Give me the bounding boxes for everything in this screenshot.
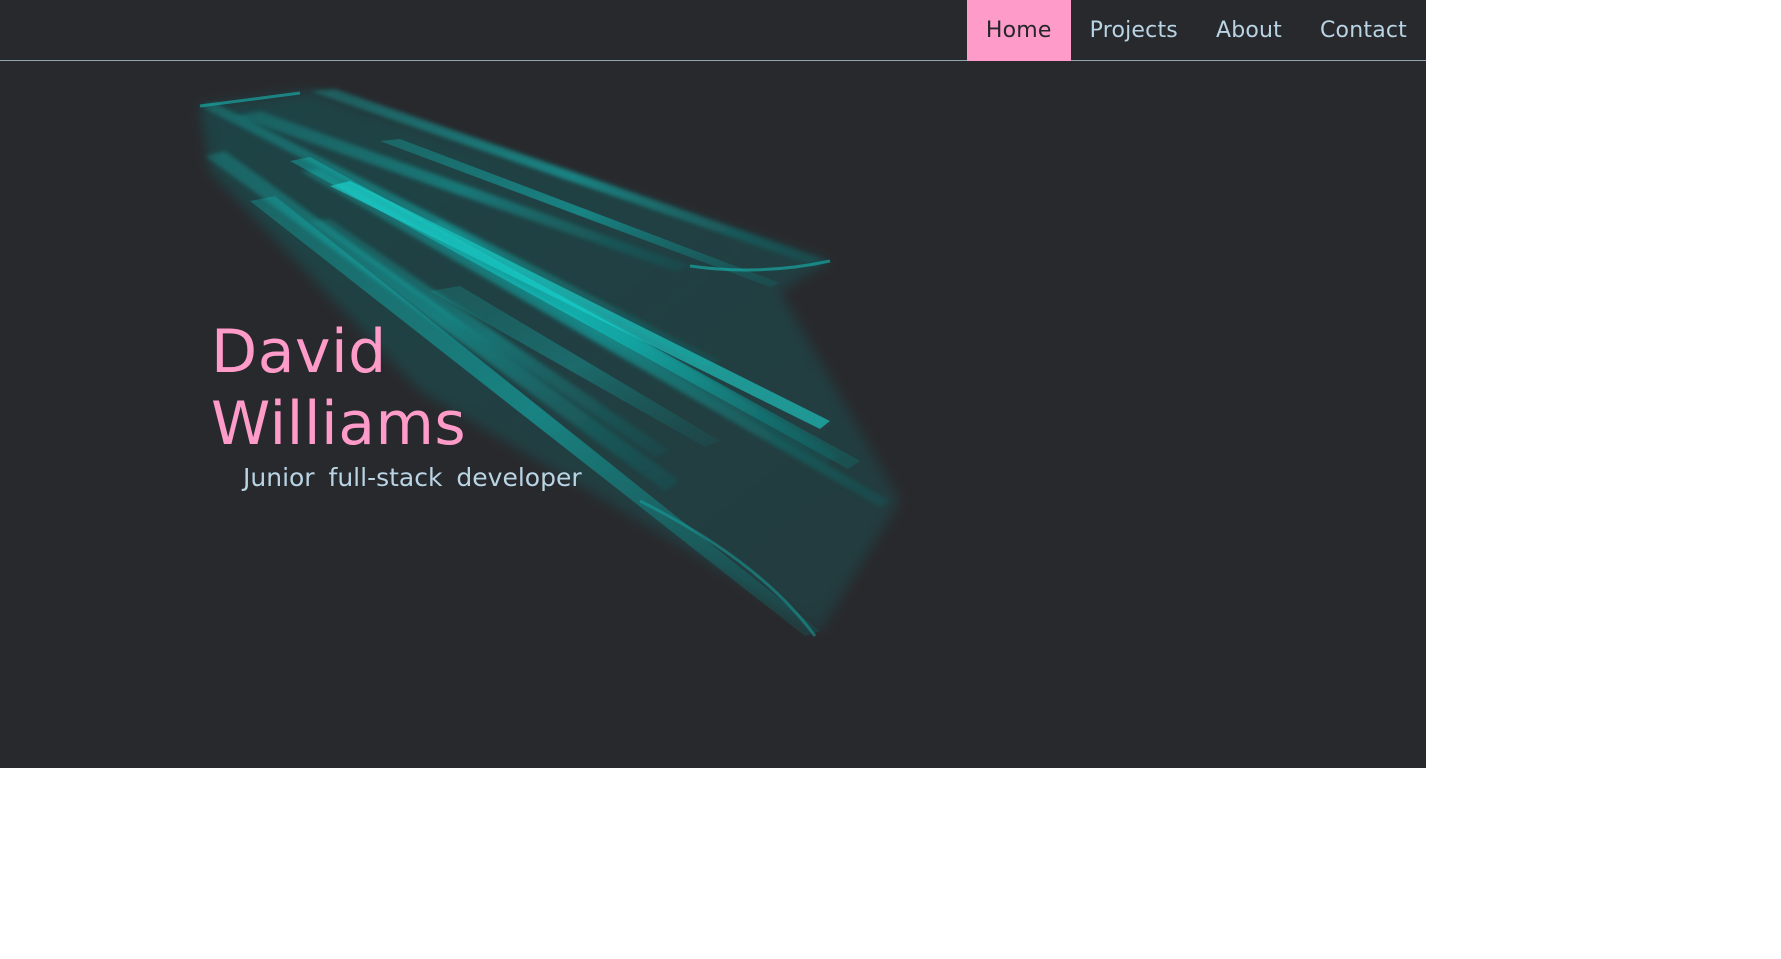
hero-role: Junior full-stack developer (243, 463, 582, 492)
nav-item-contact[interactable]: Contact (1301, 0, 1426, 61)
hero-intro: David Williams Junior full-stack develop… (211, 316, 631, 494)
nav-item-about[interactable]: About (1197, 0, 1301, 61)
nav-item-projects[interactable]: Projects (1071, 0, 1197, 61)
navbar: Home Projects About Contact (0, 0, 1426, 61)
nav-item-home[interactable]: Home (966, 0, 1071, 61)
hero-name: David Williams (211, 317, 467, 459)
nav-menu: Home Projects About Contact (966, 0, 1426, 61)
page: Home Projects About Contact David Willia… (0, 0, 1426, 768)
